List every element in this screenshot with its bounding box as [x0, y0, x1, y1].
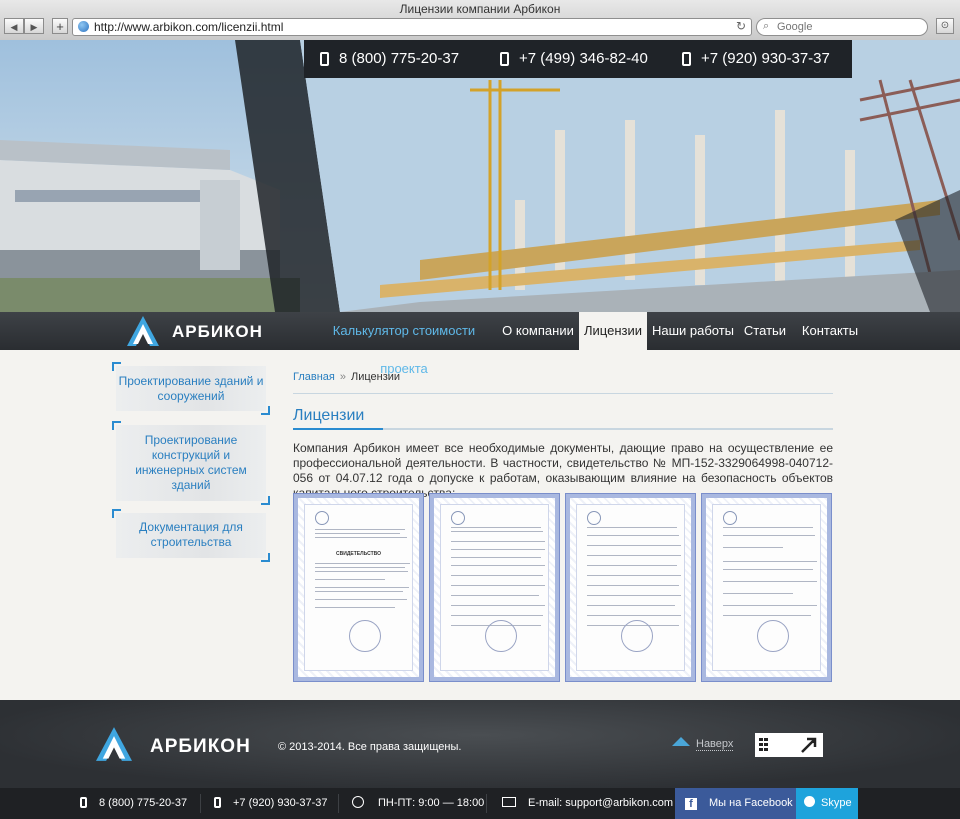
- phone-number: +7 (920) 930-37-37: [701, 50, 830, 67]
- copyright: © 2013-2014. Все права защищены.: [278, 741, 462, 753]
- search-input[interactable]: [777, 20, 917, 34]
- counter-logo-icon: [759, 737, 817, 753]
- mobile-phone-icon: [214, 797, 221, 808]
- license-document-4[interactable]: [701, 493, 832, 682]
- working-hours: ПН-ПТ: 9:00 — 18:00: [352, 788, 484, 819]
- stamp-icon: [621, 620, 653, 652]
- bottom-phone-1[interactable]: 8 (800) 775-20-37: [80, 788, 187, 819]
- facebook-icon: f: [685, 798, 697, 810]
- logo-text[interactable]: АРБИКОН: [172, 322, 263, 342]
- logo-icon[interactable]: [126, 315, 160, 347]
- emblem-icon: [587, 511, 601, 525]
- breadcrumb-separator: »: [339, 371, 346, 383]
- mobile-phone-icon: [682, 52, 691, 66]
- globe-icon: [78, 21, 89, 32]
- forward-button[interactable]: ▶: [24, 18, 44, 34]
- title-underline: [293, 428, 833, 430]
- back-to-top-label: Наверх: [696, 738, 734, 751]
- search-box[interactable]: ⌕: [756, 18, 928, 36]
- bottom-phone-2[interactable]: +7 (920) 930-37-37: [214, 788, 327, 819]
- facebook-label: Мы на Facebook: [709, 797, 793, 809]
- emblem-icon: [451, 511, 465, 525]
- emblem-icon: [315, 511, 329, 525]
- skype-label: Skype: [821, 797, 852, 809]
- nav-item-about[interactable]: О компании: [500, 312, 576, 350]
- document-heading: СВИДЕТЕЛЬСТВО: [336, 551, 381, 557]
- hero-banner: 8 (800) 775-20-37 +7 (499) 346-82-40 +7 …: [0, 40, 960, 312]
- footer: АРБИКОН © 2013-2014. Все права защищены.…: [0, 700, 960, 788]
- emblem-icon: [723, 511, 737, 525]
- footer-logo-icon[interactable]: [94, 726, 134, 762]
- stamp-icon: [757, 620, 789, 652]
- downloads-button[interactable]: ⊙: [936, 18, 954, 34]
- working-hours-text: ПН-ПТ: 9:00 — 18:00: [378, 797, 485, 809]
- breadcrumb-home[interactable]: Главная: [293, 371, 335, 383]
- clock-icon: [352, 796, 364, 808]
- phone-item-3[interactable]: +7 (920) 930-37-37: [666, 40, 852, 78]
- mobile-phone-icon: [80, 797, 87, 808]
- bottom-phone-1-text: 8 (800) 775-20-37: [99, 797, 188, 809]
- mobile-phone-icon: [320, 52, 329, 66]
- add-bookmark-button[interactable]: +: [52, 18, 68, 34]
- license-document-1[interactable]: СВИДЕТЕЛЬСТВО: [293, 493, 424, 682]
- stamp-icon: [349, 620, 381, 652]
- license-document-2[interactable]: [429, 493, 560, 682]
- header-phones: 8 (800) 775-20-37 +7 (499) 346-82-40 +7 …: [0, 40, 960, 78]
- search-icon: ⌕: [763, 20, 770, 32]
- reload-icon[interactable]: ↻: [736, 19, 746, 33]
- divider: [293, 393, 833, 394]
- phone-number: 8 (800) 775-20-37: [339, 50, 460, 67]
- envelope-icon: [502, 797, 516, 807]
- phone-number: +7 (499) 346-82-40: [519, 50, 648, 67]
- intro-text: Компания Арбикон имеет все необходимые д…: [293, 441, 833, 500]
- address-bar[interactable]: http://www.arbikon.com/licenzii.html ↻: [72, 18, 752, 36]
- skype-button[interactable]: Skype: [796, 788, 858, 819]
- back-to-top-link[interactable]: Наверх: [672, 737, 734, 751]
- stamp-icon: [485, 620, 517, 652]
- footer-logo-text[interactable]: АРБИКОН: [150, 736, 251, 758]
- nav-item-works[interactable]: Наши работы: [650, 312, 736, 350]
- email-text: E-mail: support@arbikon.com: [528, 797, 674, 809]
- license-document-3[interactable]: [565, 493, 696, 682]
- email-contact[interactable]: E-mail: support@arbikon.com: [502, 788, 673, 819]
- browser-chrome: Лицензии компании Арбикон ◀ ▶ + http://w…: [0, 0, 960, 41]
- skype-icon: [804, 796, 815, 807]
- nav-item-contacts[interactable]: Контакты: [796, 312, 864, 350]
- url-text: http://www.arbikon.com/licenzii.html: [94, 20, 284, 34]
- facebook-button[interactable]: f Мы на Facebook: [675, 788, 796, 819]
- phone-item-1[interactable]: 8 (800) 775-20-37: [304, 40, 490, 78]
- contact-bar: 8 (800) 775-20-37 +7 (920) 930-37-37 ПН-…: [0, 788, 960, 819]
- hero-image: [0, 40, 960, 312]
- window-title: Лицензии компании Арбикон: [399, 2, 561, 16]
- bottom-phone-2-text: +7 (920) 930-37-37: [233, 797, 328, 809]
- phone-item-2[interactable]: +7 (499) 346-82-40: [484, 40, 670, 78]
- page-title: Лицензии: [293, 407, 365, 424]
- visit-counter-badge[interactable]: [755, 733, 823, 757]
- mobile-phone-icon: [500, 52, 509, 66]
- sidebar-item-documentation[interactable]: Документация для строительства: [112, 509, 270, 562]
- sidebar-item-structures[interactable]: Проектирование конструкций и инженерных …: [112, 421, 270, 505]
- nav-item-calculator[interactable]: Калькулятор стоимости проекта: [312, 312, 496, 376]
- main-navigation: АРБИКОН Калькулятор стоимости проекта О …: [0, 312, 960, 376]
- sidebar-item-buildings[interactable]: Проектирование зданий и сооружений: [112, 362, 270, 415]
- back-button[interactable]: ◀: [4, 18, 24, 34]
- nav-item-licenses[interactable]: Лицензии: [579, 312, 647, 350]
- chevron-up-icon: [672, 737, 690, 746]
- nav-item-articles[interactable]: Статьи: [740, 312, 790, 350]
- breadcrumb-current: Лицензии: [351, 371, 401, 383]
- breadcrumb: Главная » Лицензии: [293, 371, 400, 383]
